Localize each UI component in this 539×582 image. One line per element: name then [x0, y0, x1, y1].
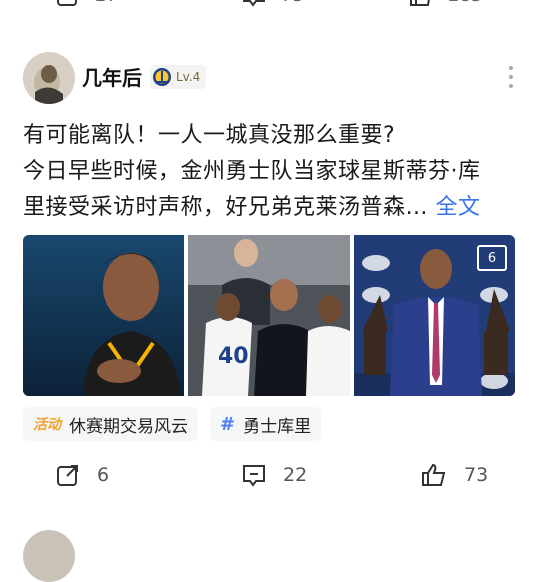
previous-comment-count: 75 — [281, 0, 304, 6]
post-image-2[interactable]: 40 — [188, 235, 350, 396]
thumbs-up-icon — [422, 463, 446, 486]
topic-tag[interactable]: # 勇士库里 — [210, 407, 322, 441]
post-tags: 活动 休赛期交易风云 # 勇士库里 — [23, 407, 322, 441]
previous-like-count: 285 — [448, 0, 482, 6]
post-image-1[interactable] — [23, 235, 184, 396]
post-text-line: 今日早些时候，金州勇士队当家球星斯蒂芬·库 — [23, 159, 481, 184]
previous-comment-button[interactable]: 75 — [241, 0, 304, 8]
post-image-grid: 40 6 — [23, 235, 515, 396]
like-button[interactable]: 73 — [420, 462, 488, 488]
activity-tag[interactable]: 活动 休赛期交易风云 — [23, 407, 198, 441]
activity-label: 活动 — [33, 417, 61, 433]
warriors-logo-icon — [153, 67, 171, 86]
level-badge: Lv.4 — [150, 64, 207, 89]
image-count-badge: 6 — [477, 245, 507, 271]
player-photo-image — [23, 235, 184, 396]
post-image-3[interactable]: 6 — [354, 235, 515, 396]
previous-like-button[interactable]: 285 — [408, 0, 482, 8]
comment-icon — [243, 465, 265, 487]
topic-tag-text: 勇士库里 — [243, 416, 312, 437]
author-info: 几年后 Lv.4 — [82, 62, 207, 91]
svg-text:40: 40 — [218, 344, 249, 369]
share-icon — [57, 465, 78, 486]
post-text-line: 有可能离队！一人一城真没那么重要? — [23, 123, 396, 148]
comment-button[interactable]: 22 — [241, 462, 307, 488]
more-options-button[interactable] — [507, 64, 515, 90]
comment-icon — [243, 0, 265, 7]
avatar[interactable] — [23, 52, 75, 104]
previous-share-count: 27 — [95, 0, 118, 6]
full-text-link[interactable]: 全文 — [436, 195, 481, 220]
previous-post-action-bar: 27 75 285 — [0, 0, 539, 12]
activity-tag-text: 休赛期交易风云 — [69, 416, 188, 437]
next-post-avatar[interactable] — [23, 530, 75, 582]
share-count: 6 — [97, 464, 110, 486]
comment-count: 22 — [283, 464, 308, 486]
level-text: Lv.4 — [176, 69, 201, 84]
author-name[interactable]: 几年后 — [82, 62, 142, 91]
like-count: 73 — [464, 464, 489, 486]
thumbs-up-icon — [410, 0, 430, 6]
team-photo-image: 40 — [188, 235, 350, 396]
post-action-bar: 6 22 73 — [0, 458, 539, 498]
post-text-line3: 里接受采访时声称，好兄弟克莱汤普森… — [23, 195, 429, 220]
share-icon — [57, 0, 77, 6]
avatar-image — [23, 52, 75, 104]
previous-share-button[interactable]: 27 — [55, 0, 118, 8]
post-text-line-last: 里接受采访时声称，好兄弟克莱汤普森… 全文 — [23, 190, 523, 226]
more-vertical-icon — [509, 66, 513, 88]
hashtag-icon: # — [220, 413, 236, 435]
post-text[interactable]: 有可能离队！一人一城真没那么重要? 今日早些时候，金州勇士队当家球星斯蒂芬·库 … — [23, 118, 523, 226]
share-button[interactable]: 6 — [55, 462, 109, 488]
